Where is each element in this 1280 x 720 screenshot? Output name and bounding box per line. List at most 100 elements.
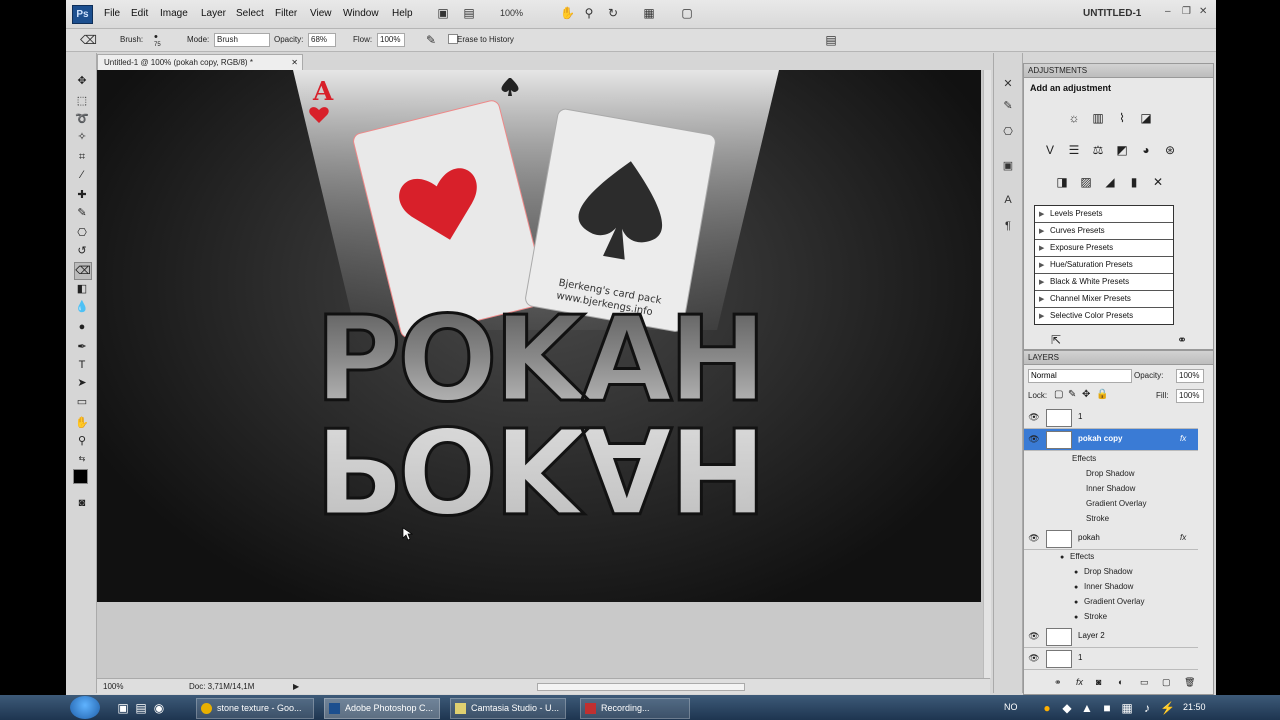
minimize-icon[interactable]: – (1165, 6, 1171, 17)
preset-exposure[interactable]: ▶ Exposure Presets (1035, 240, 1173, 257)
lock-transparency-icon[interactable]: ▢ (1054, 389, 1063, 400)
effect-item[interactable]: ● Inner Shadow (1074, 579, 1216, 594)
shape-tool-icon[interactable]: ▭ (74, 394, 90, 410)
adjustments-tab[interactable]: ADJUSTMENTS (1028, 66, 1087, 75)
status-doc-size[interactable]: Doc: 3,71M/14,1M (189, 682, 254, 691)
zoom-select[interactable]: 100% (500, 8, 523, 18)
restore-icon[interactable]: ❐ (1182, 6, 1191, 17)
layers-header[interactable]: LAYERS (1024, 351, 1213, 365)
task-photoshop[interactable]: Adobe Photoshop C... (324, 698, 440, 719)
adjustments-header[interactable]: ADJUSTMENTS (1024, 64, 1213, 78)
language-indicator[interactable]: NO (1004, 702, 1018, 712)
lock-all-icon[interactable]: 🔒 (1096, 389, 1108, 400)
exposure-icon[interactable]: ◪ (1138, 110, 1154, 126)
layer-fx-icon[interactable]: fx (1180, 533, 1186, 542)
effect-item[interactable]: Stroke (1086, 511, 1216, 526)
posterize-icon[interactable]: ▨ (1078, 174, 1094, 190)
effect-item[interactable]: ● Stroke (1074, 609, 1216, 624)
effects-label[interactable]: ● Effects (1060, 549, 1216, 564)
visibility-eye-icon[interactable]: 👁 (1028, 652, 1040, 664)
preset-levels[interactable]: ▶ Levels Presets (1035, 206, 1173, 223)
close-tab-icon[interactable]: ✕ (291, 55, 298, 71)
menu-filter[interactable]: Filter (275, 8, 297, 19)
tools-panel-icon[interactable]: ✕ (1001, 77, 1015, 91)
gradient-map-icon[interactable]: ▮ (1126, 174, 1142, 190)
status-arrow-icon[interactable]: ▶ (293, 682, 299, 691)
tray-icon[interactable]: ▲ (1080, 701, 1094, 715)
invert-icon[interactable]: ◨ (1054, 174, 1070, 190)
menu-view[interactable]: View (310, 8, 332, 19)
screen-mode-icon[interactable]: ▢ (680, 6, 694, 20)
menu-layer[interactable]: Layer (201, 8, 226, 19)
show-desktop-icon[interactable]: ▣ (116, 701, 130, 715)
workspace-title[interactable]: UNTITLED-1 (1083, 8, 1141, 19)
hue-saturation-icon[interactable]: ☰ (1066, 142, 1082, 158)
quick-mask-icon[interactable]: ◙ (74, 495, 90, 511)
layer-row[interactable]: 👁 1 (1024, 648, 1198, 670)
vertical-scrollbar[interactable] (983, 70, 991, 678)
brush-tool-icon[interactable]: ✎ (74, 205, 90, 221)
curves-icon[interactable]: ⌇ (1114, 110, 1130, 126)
flow-field[interactable]: 100% (377, 33, 405, 47)
visibility-eye-icon[interactable]: 👁 (1028, 411, 1040, 423)
layer-row[interactable]: 👁 Layer 2 (1024, 626, 1198, 648)
effects-label[interactable]: Effects (1072, 451, 1216, 466)
vibrance-icon[interactable]: V (1042, 142, 1058, 158)
threshold-icon[interactable]: ◢ (1102, 174, 1118, 190)
blend-mode-select[interactable]: Normal (1028, 369, 1132, 383)
new-layer-icon[interactable]: ▢ (1162, 677, 1171, 688)
add-style-icon[interactable]: fx (1076, 677, 1083, 687)
foreground-color-swatch[interactable] (73, 469, 88, 484)
layer-row-selected[interactable]: 👁 pokah copy fx (1024, 429, 1198, 451)
preset-curves[interactable]: ▶ Curves Presets (1035, 223, 1173, 240)
preset-hue-saturation[interactable]: ▶ Hue/Saturation Presets (1035, 257, 1173, 274)
layer-fx-icon[interactable]: fx (1180, 434, 1186, 443)
tray-icon[interactable]: ■ (1100, 701, 1114, 715)
healing-brush-icon[interactable]: ✚ (74, 187, 90, 203)
preset-channel-mixer[interactable]: ▶ Channel Mixer Presets (1035, 291, 1173, 308)
blur-tool-icon[interactable]: 💧 (74, 299, 90, 315)
magic-wand-icon[interactable]: ✧ (74, 129, 90, 145)
swap-colors-icon[interactable]: ⇆ (74, 451, 90, 467)
move-tool-icon[interactable]: ✥ (74, 73, 90, 89)
rotate-view-icon[interactable]: ↻ (606, 6, 620, 20)
eyedropper-icon[interactable]: ⁄ (74, 167, 90, 183)
lasso-tool-icon[interactable]: ➰ (74, 111, 90, 127)
paragraph-panel-icon[interactable]: ¶ (1001, 219, 1015, 233)
task-chrome[interactable]: stone texture - Goo... (196, 698, 314, 719)
history-brush-icon[interactable]: ↺ (74, 243, 90, 259)
brush-panel-icon[interactable]: ✎ (1001, 99, 1015, 113)
clone-stamp-icon[interactable]: ⎔ (74, 225, 90, 241)
preset-selective-color[interactable]: ▶ Selective Color Presets (1035, 308, 1173, 324)
path-selection-icon[interactable]: ➤ (74, 375, 90, 391)
eraser-tool-icon[interactable]: ⌫ (74, 262, 92, 280)
menu-help[interactable]: Help (392, 8, 413, 19)
opacity-field[interactable]: 68% (308, 33, 336, 47)
photo-filter-icon[interactable]: ◕ (1138, 142, 1154, 158)
arrange-documents-icon[interactable]: ▦ (642, 6, 656, 20)
effect-item[interactable]: ● Drop Shadow (1074, 564, 1216, 579)
selective-color-icon[interactable]: ✕ (1150, 174, 1166, 190)
effect-item[interactable]: ● Gradient Overlay (1074, 594, 1216, 609)
chrome-icon[interactable]: ◉ (152, 701, 166, 715)
menu-edit[interactable]: Edit (131, 8, 148, 19)
status-zoom[interactable]: 100% (103, 682, 123, 691)
brightness-contrast-icon[interactable]: ☼ (1066, 110, 1082, 126)
menu-window[interactable]: Window (343, 8, 379, 19)
layer-opacity-field[interactable]: 100% (1176, 369, 1204, 383)
fill-field[interactable]: 100% (1176, 389, 1204, 403)
color-balance-icon[interactable]: ⚖ (1090, 142, 1106, 158)
black-white-icon[interactable]: ◩ (1114, 142, 1130, 158)
effect-item[interactable]: Inner Shadow (1086, 481, 1216, 496)
network-icon[interactable]: ▦ (1120, 701, 1134, 715)
lock-pixels-icon[interactable]: ✎ (1068, 389, 1076, 400)
channel-mixer-icon[interactable]: ⊛ (1162, 142, 1178, 158)
crop-tool-icon[interactable]: ⌗ (74, 149, 90, 165)
effect-item[interactable]: Drop Shadow (1086, 466, 1216, 481)
menu-file[interactable]: File (104, 8, 120, 19)
mode-select[interactable]: Brush (214, 33, 270, 47)
dodge-tool-icon[interactable]: ● (74, 319, 90, 335)
bridge-icon[interactable]: ▣ (436, 6, 450, 20)
eraser-preset-icon[interactable]: ⌫ (80, 33, 97, 47)
hand-icon[interactable]: ✋ (560, 6, 575, 20)
